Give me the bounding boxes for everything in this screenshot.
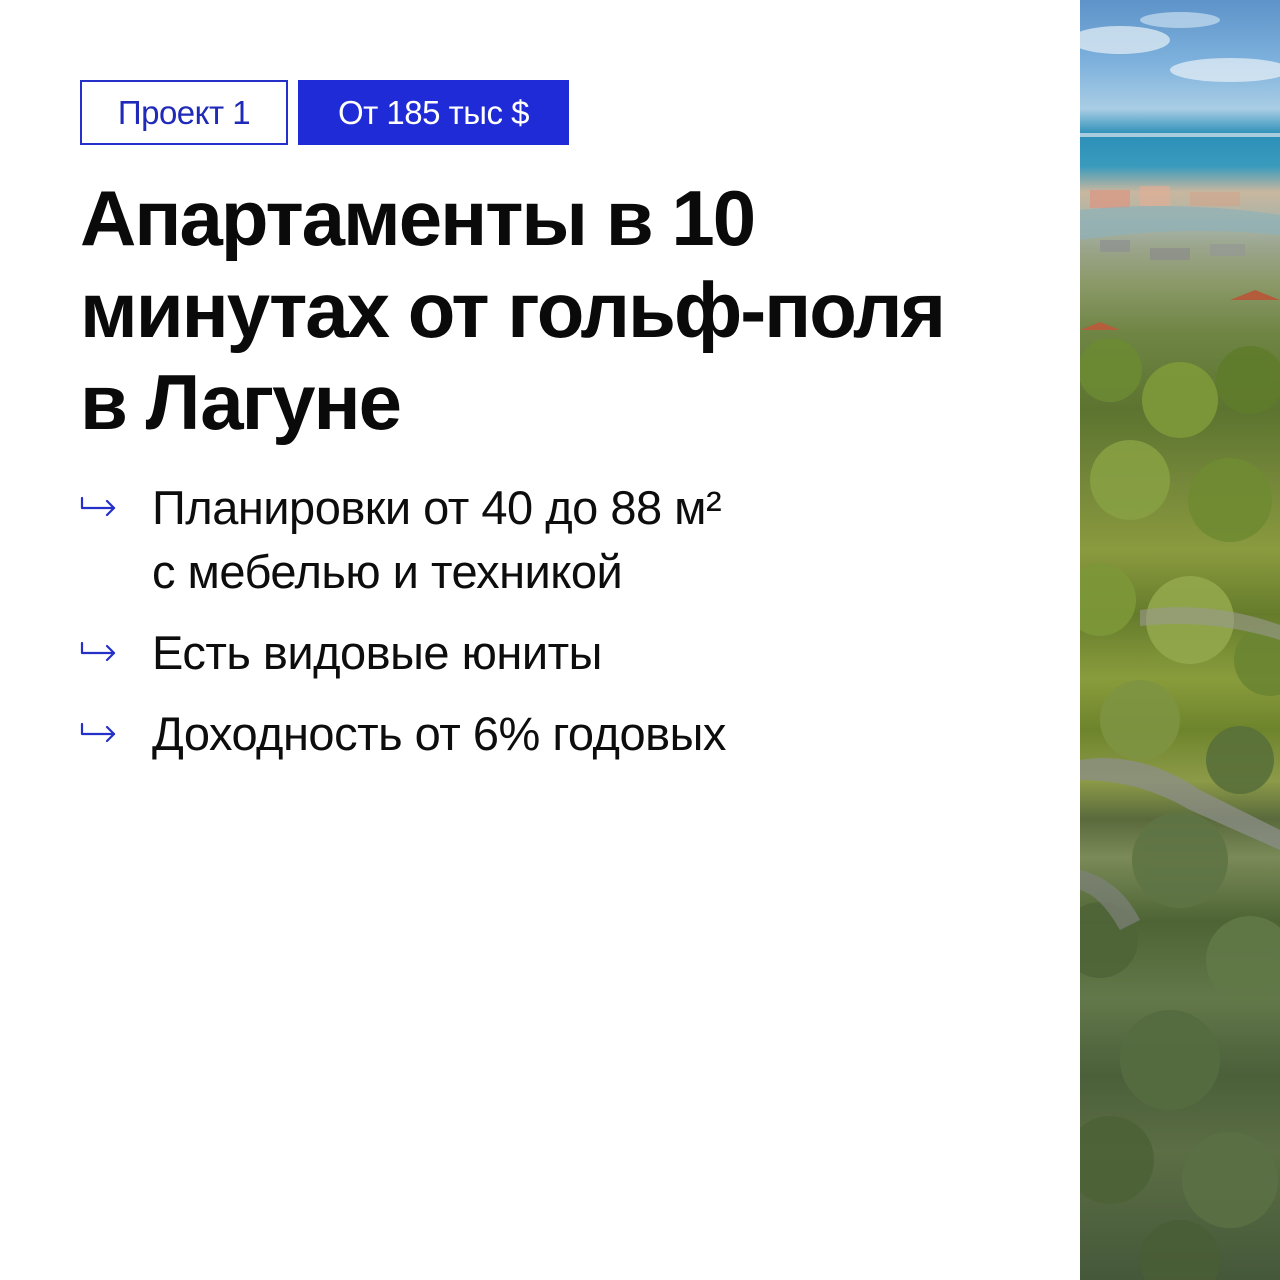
- project-tag: Проект 1: [80, 80, 288, 145]
- title-line: минутах от гольф-поля: [80, 266, 946, 354]
- tag-row: Проект 1 От 185 тыс $: [80, 80, 569, 145]
- page-title: Апартаменты в 10 минутах от гольф-поля в…: [80, 172, 1040, 448]
- list-item-line: Планировки от 40 до 88 м²: [152, 481, 722, 534]
- list-item-line: Доходность от 6% годовых: [152, 707, 726, 760]
- list-item: Доходность от 6% годовых: [80, 702, 1040, 766]
- arrow-right-hook-icon: [80, 476, 152, 540]
- title-line: Апартаменты в 10: [80, 174, 756, 262]
- list-item: Планировки от 40 до 88 м² с мебелью и те…: [80, 476, 1040, 604]
- list-item: Есть видовые юниты: [80, 621, 1040, 685]
- list-item-text: Доходность от 6% годовых: [152, 702, 726, 766]
- arrow-right-hook-icon: [80, 702, 152, 766]
- list-item-line: с мебелью и техникой: [152, 545, 623, 598]
- arrow-right-hook-icon: [80, 621, 152, 685]
- list-item-text: Есть видовые юниты: [152, 621, 602, 685]
- list-item-text: Планировки от 40 до 88 м² с мебелью и те…: [152, 476, 722, 604]
- feature-list: Планировки от 40 до 88 м² с мебелью и те…: [80, 476, 1040, 783]
- list-item-line: Есть видовые юниты: [152, 626, 602, 679]
- resort-aerial-photo: [1080, 0, 1280, 1280]
- slide: Проект 1 От 185 тыс $ Апартаменты в 10 м…: [0, 0, 1280, 1280]
- title-line: в Лагуне: [80, 358, 402, 446]
- price-tag: От 185 тыс $: [298, 80, 569, 145]
